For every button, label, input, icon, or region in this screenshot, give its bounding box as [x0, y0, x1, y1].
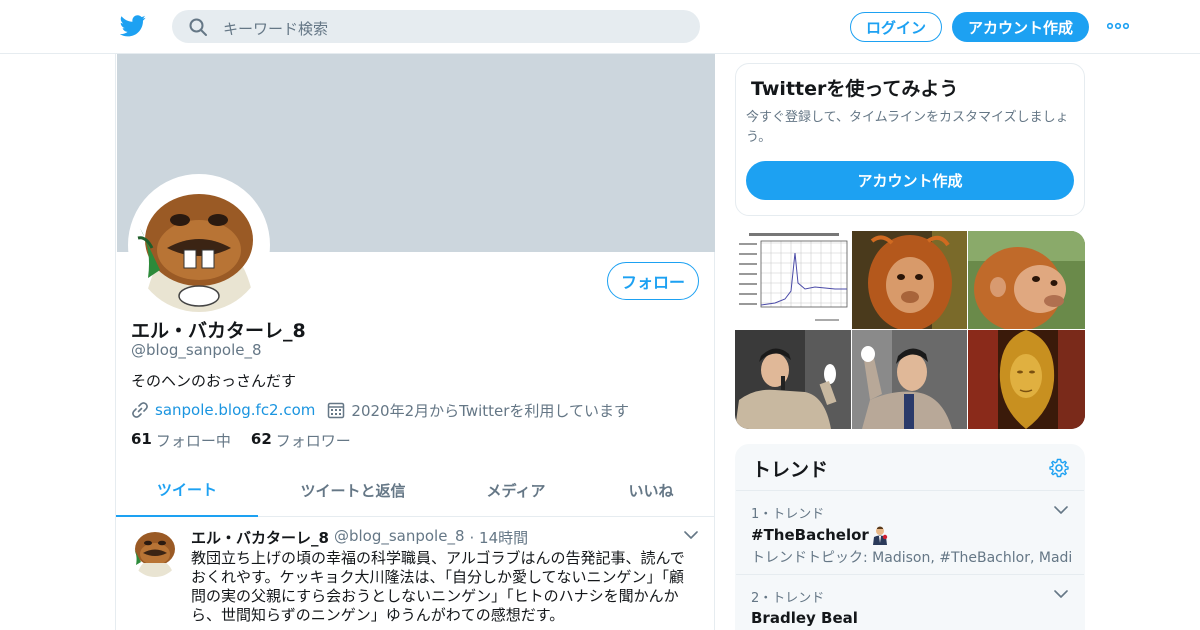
line-chart-thumbnail	[735, 231, 851, 329]
tab-tweets-and-replies[interactable]: ツイートと返信	[279, 464, 427, 517]
media-thumbnail-6[interactable]	[968, 330, 1085, 429]
media-grid	[735, 231, 1085, 429]
trend-hashtag[interactable]: #TheBachelor	[751, 526, 869, 544]
orangutan-photo	[968, 231, 1085, 329]
following-count: 61	[131, 430, 152, 448]
following-stat[interactable]: 61 フォロー中	[131, 430, 231, 451]
profile-joined-date: 2020年2月からTwitterを利用しています	[351, 401, 629, 420]
media-thumbnail-3[interactable]	[968, 231, 1085, 329]
trend-name: Bradley Beal	[751, 609, 858, 627]
profile-name: エル・バカターレ_8	[131, 320, 306, 342]
signup-card-button[interactable]: アカウント作成	[746, 161, 1074, 200]
speaker-photo	[852, 330, 967, 429]
link-icon	[132, 402, 148, 418]
profile-website-link[interactable]: sanpole.blog.fc2.com	[155, 401, 315, 419]
profile-avatar[interactable]	[128, 174, 270, 316]
profile-meta: sanpole.blog.fc2.com 2020年2月からTwitterを利用…	[131, 400, 629, 420]
tweet-author-handle[interactable]: @blog_sanpole_8	[334, 527, 465, 548]
trend-description: トレンドトピック: Madison, #TheBachlor, Madi	[751, 550, 1071, 566]
gear-icon[interactable]	[1049, 458, 1069, 478]
tab-likes[interactable]: いいね	[606, 464, 696, 517]
trend-topic[interactable]: Bradley Beal	[751, 609, 858, 627]
rose-man-emoji-icon	[872, 526, 887, 545]
tweet-header: エル・バカターレ_8 @blog_sanpole_8 · 14時間	[191, 527, 528, 548]
profile-tabs: ツイート ツイートと返信 メディア いいね	[116, 464, 714, 517]
orangutan-photo	[852, 231, 967, 329]
profile-bio: そのヘンのおっさんだす	[131, 372, 297, 390]
cartoon-avatar-image	[130, 527, 180, 577]
top-navigation-bar: キーワード検索 ログイン アカウント作成	[0, 0, 1200, 54]
speaker-photo	[735, 330, 851, 429]
followers-stat[interactable]: 62 フォロワー	[251, 430, 351, 451]
media-thumbnail-5[interactable]	[852, 330, 967, 429]
following-label: フォロー中	[155, 432, 231, 450]
tweet-text: 教団立ち上げの頃の幸福の科学職員、アルゴラブはんの告発記事、読んでおくれやす。ケ…	[191, 549, 685, 624]
search-box[interactable]: キーワード検索	[172, 10, 700, 43]
followers-count: 62	[250, 430, 272, 448]
media-thumbnail-4[interactable]	[735, 330, 851, 429]
chevron-down-icon[interactable]	[1054, 589, 1068, 599]
trend-item[interactable]: 2・トレンド Bradley Beal	[736, 575, 1084, 630]
tab-media[interactable]: メディア	[456, 464, 576, 517]
login-button[interactable]: ログイン	[850, 12, 942, 42]
followers-label: フォロワー	[275, 432, 351, 450]
signup-card-description: 今すぐ登録して、タイムラインをカスタマイズしましょう。	[746, 110, 1069, 145]
signup-button[interactable]: アカウント作成	[952, 12, 1089, 42]
signup-card-title: Twitterを使ってみよう	[751, 78, 959, 100]
chevron-down-icon[interactable]	[684, 530, 698, 540]
profile-column: フォロー エル・バカターレ_8 @blog_sanpole_8 そのヘンのおっさ…	[115, 54, 715, 630]
signup-card: Twitterを使ってみよう 今すぐ登録して、タイムラインをカスタマイズしましょ…	[735, 63, 1085, 216]
search-input[interactable]: キーワード検索	[223, 18, 328, 39]
chevron-down-icon[interactable]	[1054, 505, 1068, 515]
calendar-icon	[328, 402, 345, 419]
follow-button[interactable]: フォロー	[607, 262, 699, 300]
tweet-author-avatar[interactable]	[130, 527, 180, 577]
trends-title: トレンド	[752, 459, 829, 481]
more-dots-icon[interactable]	[1107, 20, 1129, 32]
profile-handle: @blog_sanpole_8	[131, 341, 262, 359]
twitter-bird-icon[interactable]	[120, 14, 146, 38]
trends-panel: トレンド 1・トレンド #TheBachelor トレンドトピック: Madis…	[735, 444, 1085, 630]
trend-meta: 2・トレンド	[751, 591, 825, 606]
trend-name: #TheBachelor	[751, 525, 889, 545]
tweet-timestamp[interactable]: · 14時間	[470, 527, 529, 548]
media-thumbnail-1[interactable]	[735, 231, 851, 329]
tab-tweets[interactable]: ツイート	[116, 464, 258, 517]
tweet-author-name[interactable]: エル・バカターレ_8	[191, 527, 329, 548]
trend-item[interactable]: 1・トレンド #TheBachelor トレンドトピック: Madison, #…	[736, 491, 1084, 575]
search-icon	[189, 18, 207, 36]
trend-meta: 1・トレンド	[751, 507, 825, 522]
profile-stats: 61 フォロー中 62 フォロワー	[131, 430, 371, 451]
cartoon-avatar-image	[132, 178, 266, 312]
golden-statue-photo	[968, 330, 1085, 429]
tweet[interactable]: エル・バカターレ_8 @blog_sanpole_8 · 14時間 教団立ち上げ…	[116, 517, 714, 630]
media-thumbnail-2[interactable]	[852, 231, 967, 329]
